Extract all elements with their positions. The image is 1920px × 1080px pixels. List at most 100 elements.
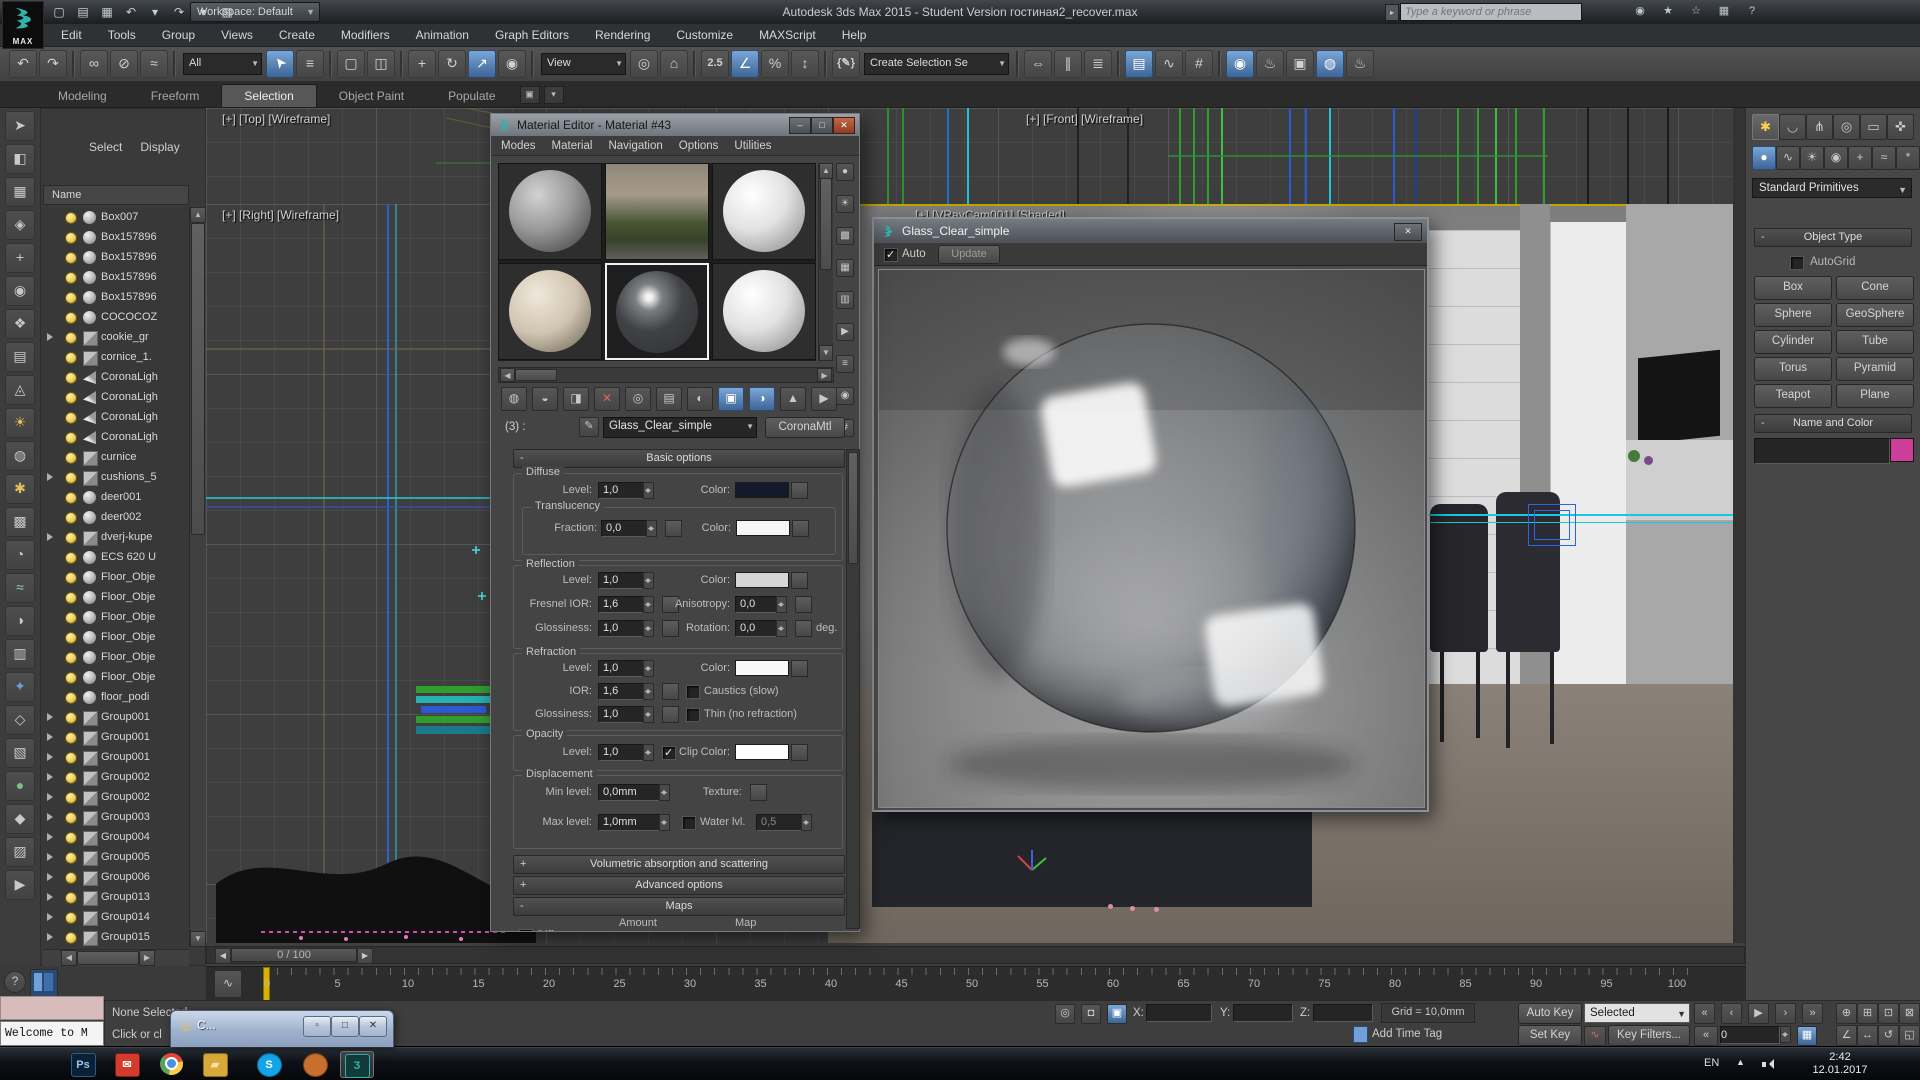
- viewport-front[interactable]: [+] [Front] [Wireframe]: [828, 108, 1733, 204]
- menu-create[interactable]: Create: [266, 24, 328, 47]
- rendered-frame-icon[interactable]: ▣: [1286, 50, 1314, 78]
- menu-customize[interactable]: Customize: [663, 24, 746, 47]
- favorites-icon[interactable]: ☆: [1686, 3, 1706, 20]
- background-icon[interactable]: ▩: [836, 227, 854, 245]
- light-tool-icon[interactable]: ☀: [5, 408, 35, 438]
- 3dsmax-logo[interactable]: MAX: [2, 1, 44, 49]
- expand-icon[interactable]: [47, 933, 57, 941]
- menu-edit[interactable]: Edit: [48, 24, 95, 47]
- systems-subtab[interactable]: *: [1896, 146, 1920, 170]
- scene-object-row[interactable]: curnice: [43, 447, 189, 467]
- ref-coord-dropdown[interactable]: View: [541, 53, 626, 75]
- go-to-end-button[interactable]: »: [1802, 1003, 1823, 1024]
- scene-object-row[interactable]: floor_podi: [43, 687, 189, 707]
- sphere-tool-icon[interactable]: ◍: [5, 441, 35, 471]
- visibility-bulb-icon[interactable]: [65, 652, 77, 664]
- close-icon[interactable]: ✕: [1394, 223, 1422, 241]
- anisotropy-field[interactable]: 0,0: [735, 596, 777, 613]
- go-forward-icon[interactable]: ▶: [811, 387, 837, 411]
- refraction-level-field[interactable]: 1,0: [598, 660, 644, 677]
- go-to-start-button[interactable]: «: [1694, 1003, 1715, 1024]
- rect-selection-icon[interactable]: ▢: [337, 50, 365, 78]
- material-class-button[interactable]: CoronaMtl: [765, 417, 845, 438]
- sign-in-icon[interactable]: ◉: [1630, 3, 1650, 20]
- scene-list-hscrollbar[interactable]: ◀ ▶: [43, 949, 189, 966]
- spinner[interactable]: [643, 706, 654, 723]
- visibility-bulb-icon[interactable]: [65, 812, 77, 824]
- select-object-icon[interactable]: ➤: [266, 50, 294, 78]
- shade-tool-icon[interactable]: ▧: [5, 738, 35, 768]
- visibility-bulb-icon[interactable]: [65, 572, 77, 584]
- visibility-bulb-icon[interactable]: [65, 632, 77, 644]
- previous-frame-button[interactable]: ‹: [1721, 1003, 1742, 1024]
- use-center-icon[interactable]: ◎: [630, 50, 658, 78]
- language-indicator[interactable]: EN: [1704, 1057, 1719, 1069]
- scrollbar-thumb[interactable]: [820, 178, 832, 270]
- ribbon-tab-object-paint[interactable]: Object Paint: [317, 85, 426, 107]
- scene-object-row[interactable]: Group002: [43, 787, 189, 807]
- current-frame-field[interactable]: 0: [1720, 1026, 1780, 1044]
- visibility-bulb-icon[interactable]: [65, 612, 77, 624]
- glass-window-titlebar[interactable]: Glass_Clear_simple ✕: [874, 219, 1427, 243]
- menu-views[interactable]: Views: [208, 24, 266, 47]
- material-editor-menu-material[interactable]: Material: [552, 140, 593, 152]
- auto-key-button[interactable]: Auto Key: [1518, 1003, 1582, 1024]
- make-unique-icon[interactable]: ◎: [625, 387, 651, 411]
- selection-set-dropdown[interactable]: Selected: [1584, 1003, 1690, 1023]
- render-production-icon[interactable]: ♨: [1346, 50, 1374, 78]
- hierarchy-tab[interactable]: ⋔: [1806, 114, 1833, 140]
- cone-tool-icon[interactable]: ◬: [5, 375, 35, 405]
- cameras-subtab[interactable]: ◉: [1824, 146, 1848, 170]
- viewport-label-front[interactable]: [+] [Front] [Wireframe]: [1026, 112, 1143, 126]
- update-button[interactable]: Update: [938, 245, 1000, 264]
- undo-flyout-icon[interactable]: ▾: [144, 2, 166, 22]
- scene-explorer-menu-display[interactable]: Display: [140, 140, 179, 154]
- time-configuration-icon[interactable]: ▦: [1797, 1026, 1817, 1046]
- close-icon[interactable]: ✕: [833, 117, 855, 134]
- chrome-icon[interactable]: [154, 1051, 188, 1078]
- render-setup-icon[interactable]: ♨: [1256, 50, 1284, 78]
- scene-object-row[interactable]: CoronaLigh: [43, 387, 189, 407]
- ior-field[interactable]: 1,6: [598, 683, 644, 700]
- expand-icon[interactable]: [47, 333, 57, 341]
- visibility-bulb-icon[interactable]: [65, 872, 77, 884]
- spinner[interactable]: [801, 814, 812, 831]
- track-bar[interactable]: ∿ 05101520253035404550556065707580859095…: [206, 966, 1745, 1001]
- viewport-label-top[interactable]: [+] [Top] [Wireframe]: [222, 112, 330, 126]
- refraction-color-swatch[interactable]: [735, 660, 789, 676]
- search-collapse-icon[interactable]: ▸: [1385, 4, 1399, 21]
- visibility-bulb-icon[interactable]: [65, 592, 77, 604]
- create-plane-button[interactable]: Plane: [1836, 384, 1914, 408]
- menu-animation[interactable]: Animation: [403, 24, 482, 47]
- create-teapot-button[interactable]: Teapot: [1754, 384, 1832, 408]
- scroll-up-icon[interactable]: ▲: [190, 207, 206, 223]
- modify-tab[interactable]: ◡: [1779, 114, 1806, 140]
- scene-object-row[interactable]: Floor_Obje: [43, 667, 189, 687]
- visibility-bulb-icon[interactable]: [65, 552, 77, 564]
- spinner[interactable]: [646, 520, 657, 537]
- render-cloud-icon[interactable]: ◍: [1316, 50, 1344, 78]
- visibility-bulb-icon[interactable]: [65, 852, 77, 864]
- refraction-map-button[interactable]: [791, 660, 808, 677]
- scene-object-row[interactable]: Group001: [43, 707, 189, 727]
- caustics-checkbox[interactable]: [686, 685, 700, 699]
- thin-checkbox[interactable]: [686, 708, 700, 722]
- undo-icon[interactable]: ↶: [9, 50, 37, 78]
- opacity-color-swatch[interactable]: [735, 744, 789, 760]
- scene-object-row[interactable]: Floor_Obje: [43, 627, 189, 647]
- diffuse-map-checkbox[interactable]: [519, 929, 533, 931]
- half-tool-icon[interactable]: ◑: [5, 606, 35, 636]
- name-color-rollout[interactable]: - Name and Color: [1754, 414, 1912, 433]
- create-box-button[interactable]: Box: [1754, 276, 1832, 300]
- spinner[interactable]: [643, 572, 654, 589]
- modifier-tool-icon[interactable]: ❖: [5, 309, 35, 339]
- photoshop-icon[interactable]: Ps: [66, 1051, 100, 1078]
- time-slider-label[interactable]: 0 / 100: [231, 948, 357, 962]
- percent-snap-icon[interactable]: %: [761, 50, 789, 78]
- scroll-left-icon[interactable]: ◀: [500, 368, 515, 382]
- material-slot-photo[interactable]: [605, 163, 709, 260]
- create-cone-button[interactable]: Cone: [1836, 276, 1914, 300]
- lights-subtab[interactable]: ☀: [1800, 146, 1824, 170]
- expand-icon[interactable]: [47, 813, 57, 821]
- material-slot-gray[interactable]: [498, 163, 602, 260]
